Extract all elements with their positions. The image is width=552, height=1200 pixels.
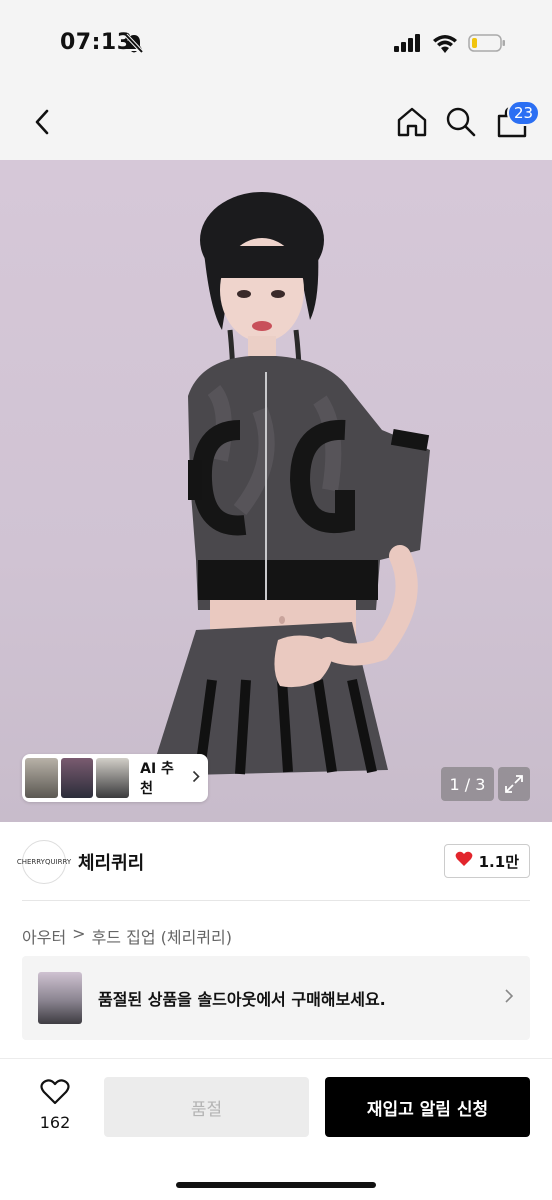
bell-slash-icon — [124, 33, 144, 59]
home-indicator — [176, 1182, 376, 1188]
ai-thumb-2 — [60, 758, 94, 798]
home-icon[interactable] — [394, 104, 430, 140]
soldout-button: 품절 — [104, 1077, 309, 1137]
chevron-right-icon — [504, 988, 514, 1009]
soldout-thumbnail — [38, 972, 82, 1024]
store-name[interactable]: 체리퀴리 — [78, 849, 144, 875]
store-like-button[interactable]: 1.1만 — [443, 844, 530, 878]
soldout-banner-text: 품절된 상품을 솔드아웃에서 구매해보세요. — [98, 990, 386, 1009]
ai-recommend-label: AI 추천 — [140, 761, 174, 797]
status-time: 07:13 — [60, 30, 133, 55]
store-row[interactable]: CHERRYQUIRRY 체리퀴리 1.1만 — [17, 840, 530, 884]
model-photo — [150, 192, 430, 776]
battery-low-icon — [468, 33, 506, 57]
chevron-right-icon — [192, 770, 200, 787]
product-image[interactable]: AI 추천 1 / 3 — [0, 160, 552, 822]
ai-thumb-1 — [25, 758, 58, 798]
breadcrumb-category[interactable]: 아우터 — [22, 924, 66, 948]
ai-recommend-chip[interactable]: AI 추천 — [22, 754, 208, 802]
store-logo-text: CHERRYQUIRRY — [16, 858, 72, 866]
restock-alert-button[interactable]: 재입고 알림 신청 — [325, 1077, 530, 1137]
breadcrumb-separator: > — [72, 924, 86, 943]
store-logo[interactable]: CHERRYQUIRRY — [17, 840, 71, 884]
cart-count-badge: 23 — [507, 100, 541, 126]
status-icons — [394, 33, 506, 57]
divider — [22, 900, 530, 901]
ai-thumb-3 — [96, 758, 130, 798]
heart-filled-icon — [455, 851, 473, 871]
wishlist-count: 162 — [39, 1113, 71, 1132]
wishlist-button[interactable]: 162 — [30, 1079, 80, 1132]
status-bar: 07:13 — [0, 0, 552, 90]
heart-outline-icon — [40, 1079, 70, 1109]
top-nav-bar — [0, 90, 552, 160]
breadcrumb: 아우터 > 후드 집업 (체리퀴리) — [22, 924, 232, 948]
wifi-icon — [432, 34, 458, 57]
image-page-counter: 1 / 3 — [441, 767, 494, 801]
cellular-signal-icon — [394, 34, 422, 56]
soldout-banner[interactable]: 품절된 상품을 솔드아웃에서 구매해보세요. — [22, 956, 530, 1040]
search-icon[interactable] — [443, 104, 479, 140]
breadcrumb-subcategory[interactable]: 후드 집업 (체리퀴리) — [92, 924, 232, 948]
chevron-left-icon[interactable] — [24, 104, 60, 140]
store-like-count: 1.1만 — [478, 852, 519, 871]
expand-icon[interactable] — [498, 767, 530, 801]
bottom-action-bar: 162 품절 재입고 알림 신청 — [0, 1058, 552, 1200]
